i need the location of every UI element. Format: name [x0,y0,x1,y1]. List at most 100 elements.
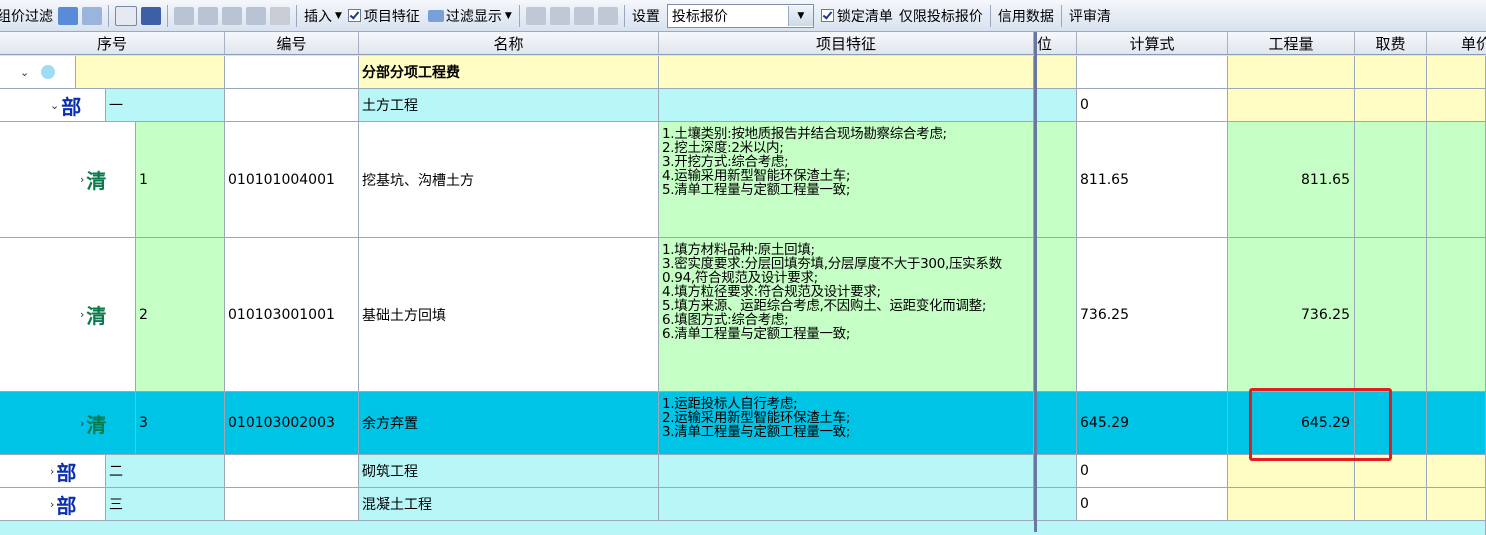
sequence-cell[interactable] [75,56,225,89]
table-row[interactable] [0,521,1486,535]
formula-cell[interactable]: 0 [1077,455,1228,488]
group-filter-button[interactable]: 组价过滤 [0,0,56,31]
feature-cell[interactable]: 1.填方材料品种:原土回填; 3.密实度要求:分层回填夯填,分层厚度不大于300… [659,238,1034,392]
undo-icon[interactable] [58,6,78,25]
save-icon[interactable] [141,6,161,25]
indent-left-icon[interactable] [174,6,194,25]
feature-cell[interactable] [659,488,1034,521]
tree-node[interactable]: › 部 [0,488,105,521]
indent-right-icon[interactable] [198,6,218,25]
unit-cell[interactable] [1037,89,1077,122]
fee-cell[interactable] [1355,56,1427,89]
column-header-price[interactable]: 单价 [1427,32,1486,55]
credit-data-button[interactable]: 信用数据 [995,0,1057,31]
formula-cell[interactable]: 0 [1077,89,1228,122]
unit-cell[interactable] [1037,122,1077,238]
price-cell[interactable] [1427,392,1486,455]
lock-list-checkbox[interactable]: 锁定清单 [818,0,896,31]
price-cell[interactable] [1427,89,1486,122]
code-cell[interactable] [225,488,359,521]
document-icon[interactable] [115,5,137,26]
delete-icon[interactable] [270,6,290,25]
sequence-cell[interactable]: 1 [135,122,225,238]
tree-node[interactable]: ⌄ 部 [0,89,105,122]
column-header-seq[interactable]: 序号 [0,32,225,55]
column-header-quantity[interactable]: 工程量 [1228,32,1355,55]
price-cell[interactable] [1427,122,1486,238]
collapse-chevron-icon[interactable]: › [80,173,84,186]
unit-cell[interactable] [1037,455,1077,488]
code-cell[interactable] [225,89,359,122]
formula-cell[interactable]: 645.29 [1077,392,1228,455]
sequence-cell[interactable]: 二 [105,455,225,488]
review-button[interactable]: 评审清 [1066,0,1114,31]
name-cell[interactable]: 土方工程 [359,89,659,122]
feature-cell[interactable]: 1.运距投标人自行考虑; 2.运输采用新型智能环保渣土车; 3.清单工程量与定额… [659,392,1034,455]
expand-chevron-icon[interactable]: ⌄ [50,99,59,112]
column-header-name[interactable]: 名称 [359,32,659,55]
tree-node[interactable]: ⌄ [0,56,75,89]
fee-cell[interactable] [1355,122,1427,238]
sort-icon[interactable] [246,6,266,25]
tree-node[interactable]: › 部 [0,455,105,488]
sequence-cell[interactable]: 3 [135,392,225,455]
price-cell[interactable] [1427,455,1486,488]
unit-cell[interactable] [1037,392,1077,455]
column-header-formula[interactable]: 计算式 [1077,32,1228,55]
redo-icon[interactable] [82,6,102,25]
unit-cell[interactable] [1037,56,1077,89]
tree-node[interactable]: › 清 [0,392,135,455]
collapse-chevron-icon[interactable]: › [80,308,84,321]
chevron-down-icon[interactable]: ▼ [787,5,813,26]
quantity-cell[interactable] [1228,89,1355,122]
column-header-code[interactable]: 编号 [225,32,359,55]
formula-cell[interactable]: 0 [1077,488,1228,521]
name-cell[interactable]: 分部分项工程费 [359,56,659,89]
code-cell[interactable]: 010101004001 [225,122,359,238]
sequence-cell[interactable]: 三 [105,488,225,521]
collapse-chevron-icon[interactable]: › [50,465,54,478]
formula-cell[interactable]: 736.25 [1077,238,1228,392]
filter-display-dropdown[interactable]: 过滤显示 ▼ [423,0,515,31]
name-cell[interactable]: 基础土方回填 [359,238,659,392]
move-icon[interactable] [222,6,242,25]
frozen-column-divider[interactable] [1034,32,1037,532]
name-cell[interactable]: 挖基坑、沟槽土方 [359,122,659,238]
code-cell[interactable]: 010103001001 [225,238,359,392]
collapse-chevron-icon[interactable]: › [50,498,54,511]
quantity-cell[interactable] [1228,488,1355,521]
column-header-unit[interactable]: 单位 [1037,32,1077,55]
feature-cell[interactable] [659,89,1034,122]
feature-cell[interactable] [659,56,1034,89]
insert-dropdown[interactable]: 插入 ▼ [301,0,345,31]
name-cell[interactable]: 砌筑工程 [359,455,659,488]
price-cell[interactable] [1427,56,1486,89]
fee-cell[interactable] [1355,238,1427,392]
tree-node[interactable]: › 清 [0,122,135,238]
bid-only-button[interactable]: 仅限投标报价 [896,0,986,31]
arrow-down-icon[interactable] [597,6,618,25]
arrow-left-icon[interactable] [525,6,546,25]
quantity-cell[interactable] [1228,56,1355,89]
item-feature-checkbox[interactable]: 项目特征 [345,0,423,31]
unit-cell[interactable] [1037,238,1077,392]
sequence-cell[interactable]: 一 [105,89,225,122]
code-cell[interactable] [225,56,359,89]
expand-chevron-icon[interactable]: ⌄ [20,66,29,79]
arrow-up-icon[interactable] [573,6,594,25]
price-cell[interactable] [1427,488,1486,521]
name-cell[interactable]: 余方弃置 [359,392,659,455]
quantity-cell[interactable]: 736.25 [1228,238,1355,392]
column-header-feature[interactable]: 项目特征 [659,32,1034,55]
code-cell[interactable] [225,455,359,488]
fee-cell[interactable] [1355,89,1427,122]
column-header-fee[interactable]: 取费 [1355,32,1427,55]
name-cell[interactable]: 混凝土工程 [359,488,659,521]
formula-cell[interactable]: 811.65 [1077,122,1228,238]
mode-select[interactable]: 投标报价 ▼ [666,3,814,28]
code-cell[interactable]: 010103002003 [225,392,359,455]
unit-cell[interactable] [1037,488,1077,521]
feature-cell[interactable]: 1.土壤类别:按地质报告并结合现场勘察综合考虑; 2.挖土深度:2米以内; 3.… [659,122,1034,238]
arrow-right-icon[interactable] [549,6,570,25]
collapse-chevron-icon[interactable]: › [80,417,84,430]
